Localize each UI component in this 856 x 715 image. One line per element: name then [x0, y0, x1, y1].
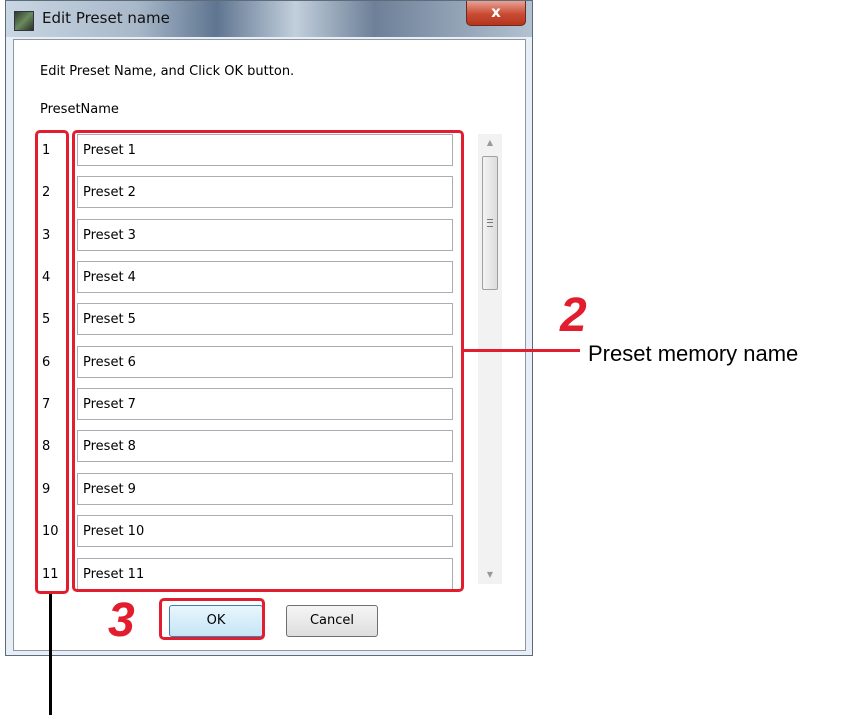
- app-icon: [14, 11, 34, 31]
- callout-2-number: 2: [560, 289, 587, 342]
- grip-icon: [487, 219, 493, 227]
- title-bar[interactable]: Edit Preset name x: [6, 1, 532, 37]
- scroll-down-icon[interactable]: ▼: [478, 566, 502, 584]
- callout-3-number: 3: [108, 594, 135, 647]
- ok-button-highlight: [159, 598, 265, 640]
- vertical-scrollbar[interactable]: ▲ ▼: [478, 134, 502, 584]
- number-column-highlight: [35, 130, 69, 594]
- preset-name-highlight: [72, 130, 464, 592]
- window-title: Edit Preset name: [42, 9, 170, 27]
- scroll-up-icon[interactable]: ▲: [478, 134, 502, 152]
- close-button[interactable]: x: [466, 1, 526, 26]
- cancel-button[interactable]: Cancel: [286, 605, 378, 637]
- preset-name-header: PresetName: [40, 102, 119, 117]
- number-column-leader-line: [49, 594, 52, 715]
- instruction-text: Edit Preset Name, and Click OK button.: [40, 64, 295, 79]
- callout-2-leader-line: [462, 349, 580, 352]
- callout-2-label: Preset memory name: [588, 341, 799, 366]
- scroll-thumb[interactable]: [482, 156, 498, 290]
